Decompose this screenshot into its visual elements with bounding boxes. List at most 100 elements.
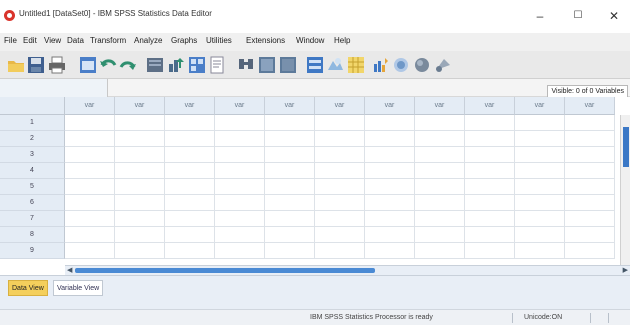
data-cell[interactable] [515,195,565,211]
close-button[interactable]: ✕ [594,2,630,30]
data-cell[interactable] [315,147,365,163]
open-folder-icon[interactable] [7,56,25,74]
data-cell[interactable] [265,195,315,211]
data-cell[interactable] [115,131,165,147]
data-cell[interactable] [365,147,415,163]
data-cell[interactable] [65,179,115,195]
data-cell[interactable] [415,243,465,259]
menu-transform[interactable]: Transform [90,36,126,45]
maximize-button[interactable]: ☐ [558,2,598,30]
column-header[interactable]: var [65,97,115,115]
data-cell[interactable] [565,163,615,179]
find-icon[interactable] [237,56,255,74]
data-cell[interactable] [415,195,465,211]
data-cell[interactable] [365,131,415,147]
undo-icon[interactable] [99,56,117,74]
data-cell[interactable] [315,179,365,195]
scroll-right-arrow-icon[interactable]: ▶ [623,266,628,275]
menu-extensions[interactable]: Extensions [246,36,285,45]
data-cell[interactable] [165,131,215,147]
data-cell[interactable] [165,227,215,243]
data-cell[interactable] [115,163,165,179]
data-cell[interactable] [65,163,115,179]
save-icon[interactable] [27,56,45,74]
data-cell[interactable] [565,115,615,131]
data-cell[interactable] [215,227,265,243]
data-cell[interactable] [315,227,365,243]
data-cell[interactable] [315,195,365,211]
horizontal-scroll-thumb[interactable] [75,268,375,273]
run-descriptives-icon[interactable] [209,56,227,74]
data-cell[interactable] [65,195,115,211]
data-cell[interactable] [415,227,465,243]
row-number[interactable]: 1 [0,115,65,131]
data-cell[interactable] [165,147,215,163]
data-cell[interactable] [465,131,515,147]
data-cell[interactable] [215,195,265,211]
scroll-left-arrow-icon[interactable]: ◀ [67,266,72,275]
show-all-variables-icon[interactable] [413,56,431,74]
row-number[interactable]: 9 [0,243,65,259]
data-cell[interactable] [165,211,215,227]
data-cell[interactable] [465,227,515,243]
data-grid[interactable]: var var var var var var var var var var var 1 2 3 4 5 6 7… [0,97,630,265]
data-cell[interactable] [165,163,215,179]
data-cell[interactable] [65,131,115,147]
goto-case-icon[interactable] [146,56,164,74]
data-cell[interactable] [115,115,165,131]
menu-data[interactable]: Data [67,36,84,45]
data-cell[interactable] [565,147,615,163]
data-cell[interactable] [515,131,565,147]
data-cell[interactable] [365,179,415,195]
horizontal-scrollbar[interactable]: ◀ ▶ [65,265,630,275]
data-cell[interactable] [265,163,315,179]
data-cell[interactable] [115,147,165,163]
cell-name-box[interactable] [0,79,108,97]
data-cell[interactable] [215,211,265,227]
data-cell[interactable] [515,115,565,131]
data-cell[interactable] [515,179,565,195]
data-cell[interactable] [215,163,265,179]
select-cases-icon[interactable] [347,56,365,74]
data-cell[interactable] [115,211,165,227]
data-cell[interactable] [465,147,515,163]
data-cell[interactable] [515,243,565,259]
data-cell[interactable] [365,115,415,131]
data-cell[interactable] [315,115,365,131]
data-cell[interactable] [115,179,165,195]
row-number[interactable]: 6 [0,195,65,211]
data-cell[interactable] [515,163,565,179]
data-cell[interactable] [465,211,515,227]
column-header[interactable]: var [565,97,615,115]
data-cell[interactable] [565,227,615,243]
menu-edit[interactable]: Edit [23,36,37,45]
grid-corner[interactable] [0,97,65,115]
data-cell[interactable] [265,147,315,163]
data-cell[interactable] [165,195,215,211]
data-cell[interactable] [315,131,365,147]
minimize-button[interactable]: – [520,2,560,30]
data-cell[interactable] [515,227,565,243]
data-cell[interactable] [265,131,315,147]
row-number[interactable]: 3 [0,147,65,163]
data-cell[interactable] [465,243,515,259]
tab-data-view[interactable]: Data View [8,280,48,296]
column-header[interactable]: var [115,97,165,115]
data-cell[interactable] [565,243,615,259]
data-cell[interactable] [565,131,615,147]
value-labels-icon[interactable] [372,56,390,74]
tab-variable-view[interactable]: Variable View [53,280,104,296]
vertical-scroll-thumb[interactable] [623,127,629,167]
data-cell[interactable] [215,131,265,147]
data-cell[interactable] [315,163,365,179]
data-cell[interactable] [165,243,215,259]
use-variable-sets-icon[interactable] [392,56,410,74]
data-cell[interactable] [265,115,315,131]
column-header[interactable]: var [415,97,465,115]
column-header[interactable]: var [215,97,265,115]
data-cell[interactable] [565,179,615,195]
data-cell[interactable] [165,179,215,195]
data-cell[interactable] [415,115,465,131]
insert-cases-icon[interactable] [258,56,276,74]
insert-variable-icon[interactable] [279,56,297,74]
